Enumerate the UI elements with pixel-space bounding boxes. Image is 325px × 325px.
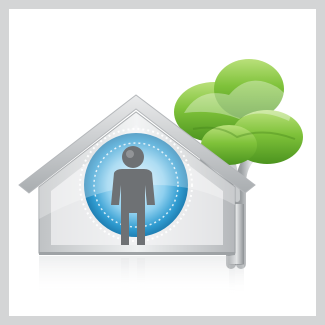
reflection [39,256,244,296]
illustration-canvas [9,9,316,316]
floor-line [39,252,235,255]
home-scene-illustration [18,59,303,296]
